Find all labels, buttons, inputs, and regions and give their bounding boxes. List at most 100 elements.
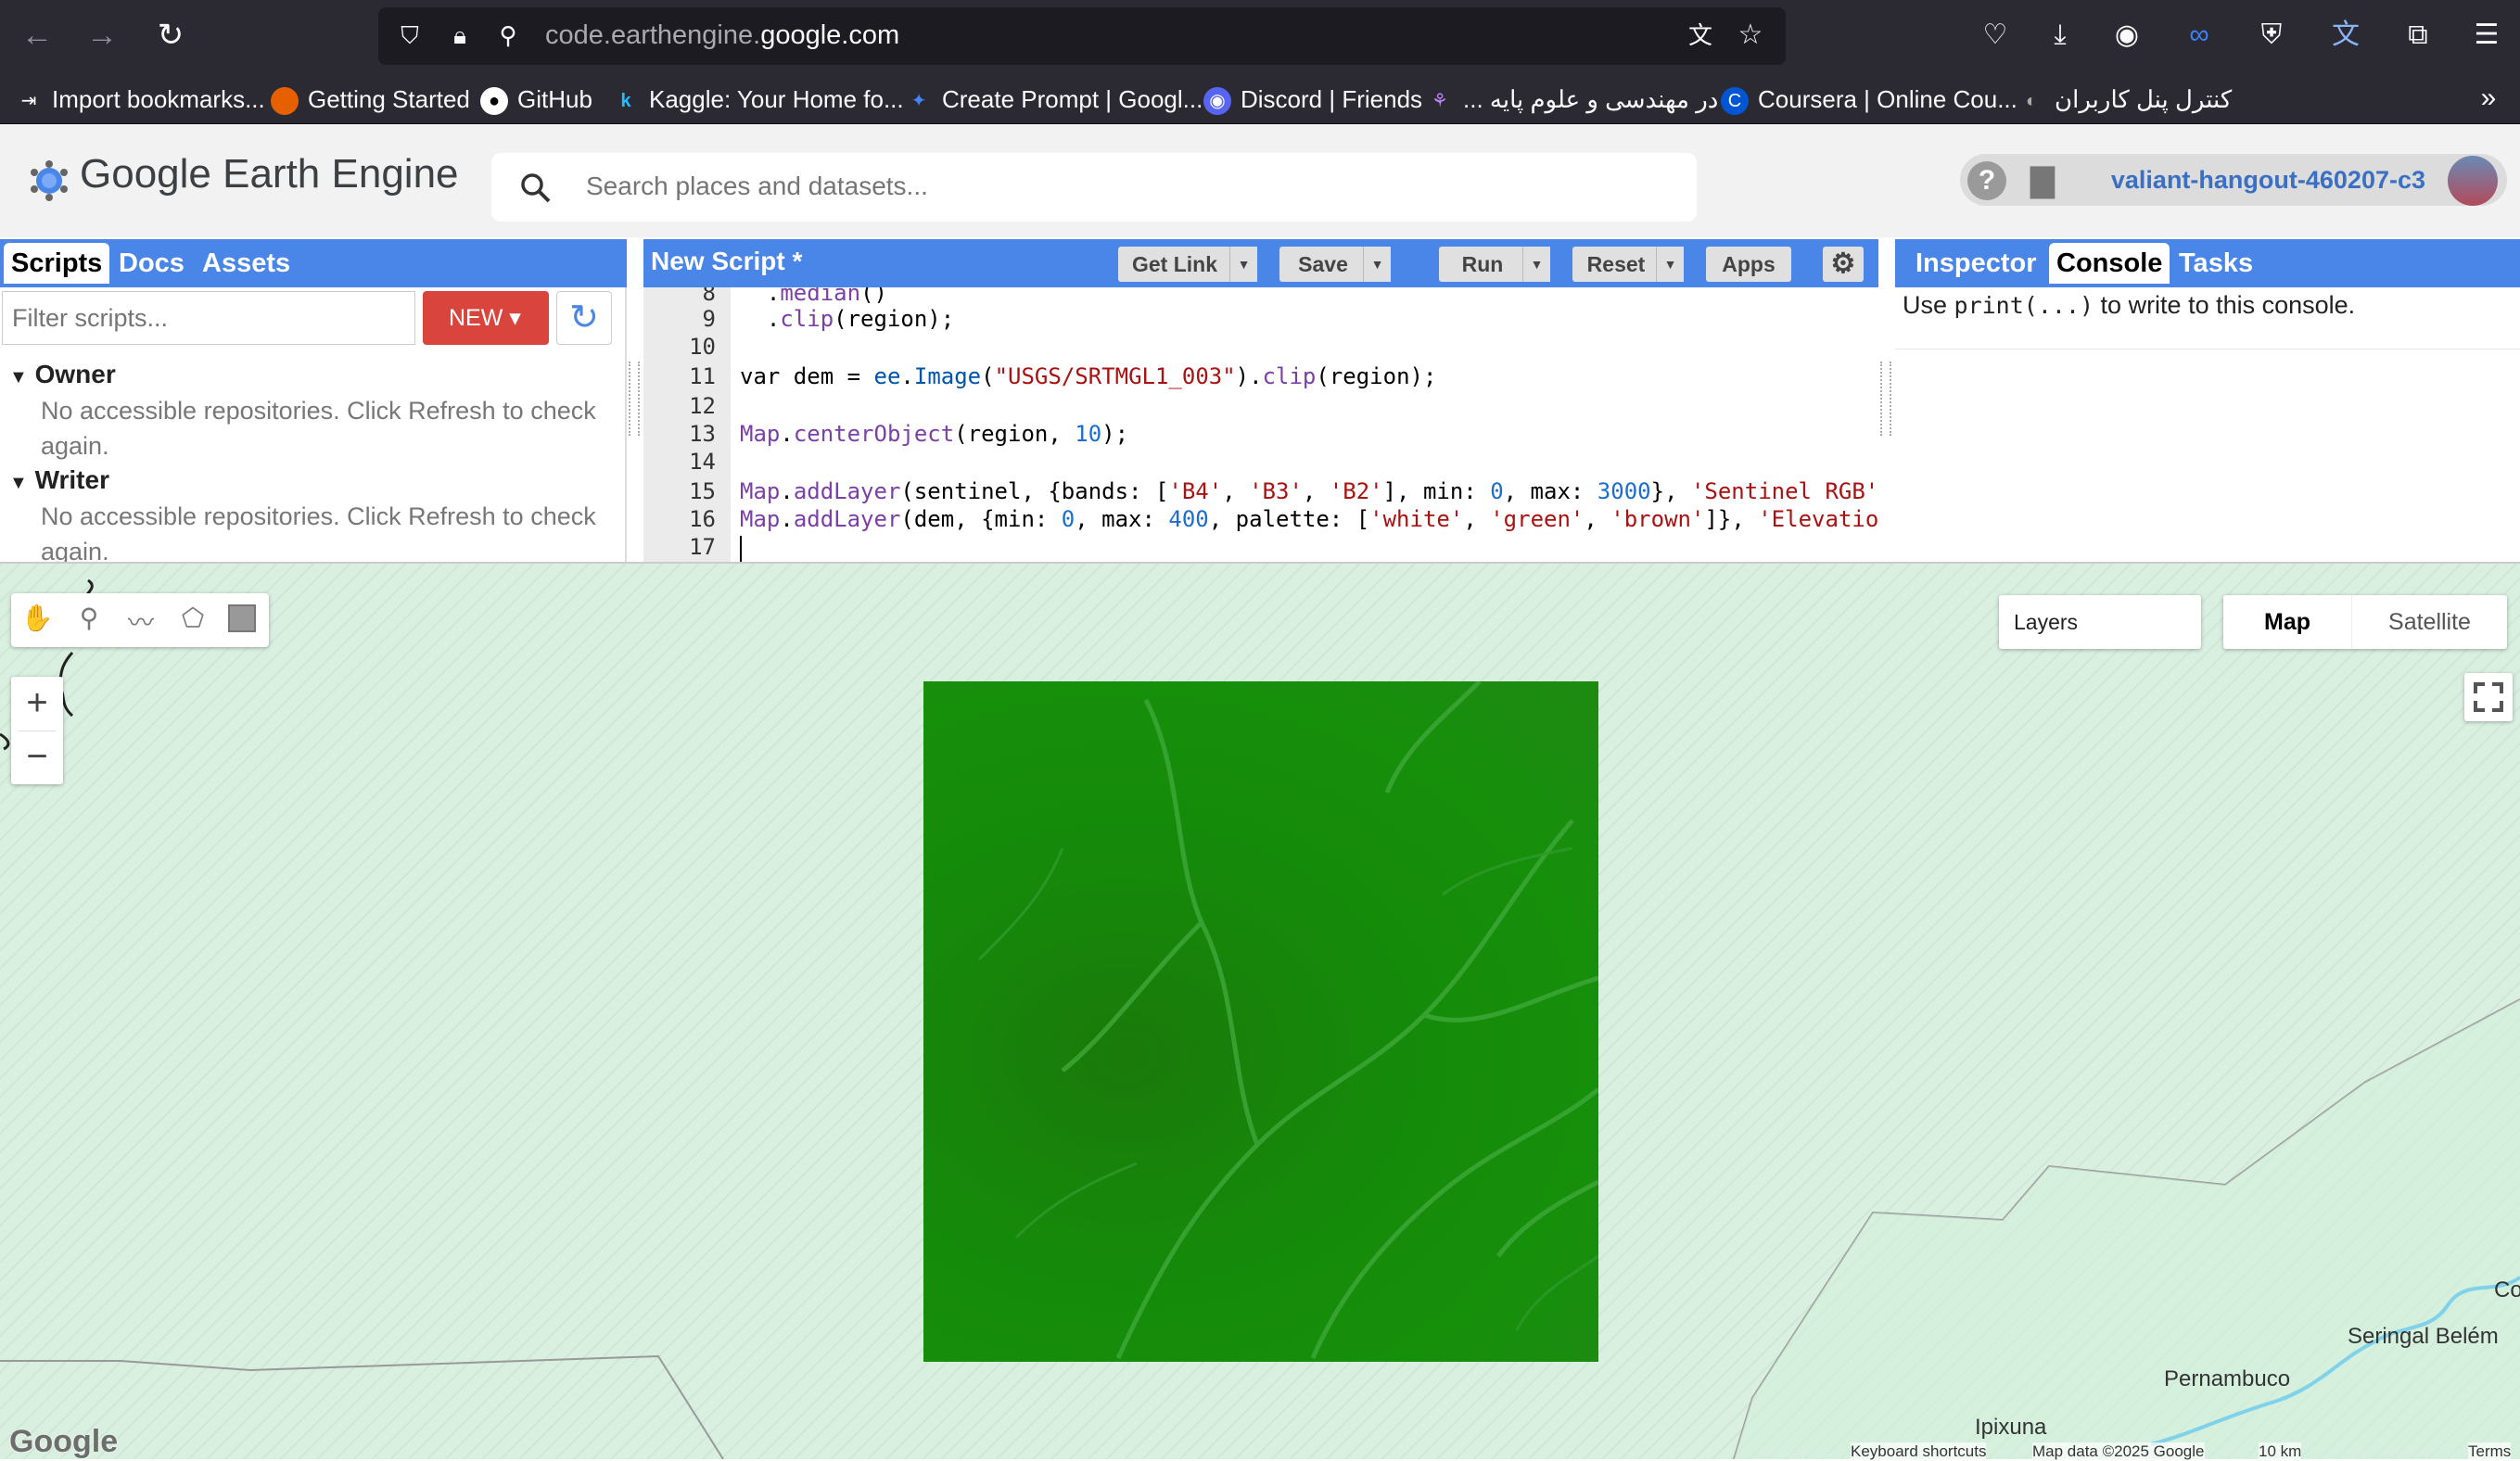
avatar[interactable] [2448,156,2498,206]
owner-message: No accessible repositories. Click Refres… [41,397,596,460]
translate-icon[interactable]: 文 [1680,17,1721,54]
line-number: 8 [702,287,716,306]
bookmark-import[interactable]: ⇥ Import bookmarks... [15,83,265,115]
feedback-icon[interactable]: ▇ [2023,163,2062,198]
import-icon: ⇥ [20,91,37,112]
line-number: 13 [689,421,716,447]
bookmarks-overflow-icon[interactable]: » [2468,80,2509,117]
bookmark-discord[interactable]: ◉ Discord | Friends [1203,83,1422,116]
bookmark-user-panel[interactable]: ◐ کنترل پنل کاربران [2017,83,2232,115]
search-input[interactable] [586,168,1606,205]
keyboard-shortcuts-link[interactable]: Keyboard shortcuts [1851,1442,1987,1461]
user-panel-icon: ◐ [2025,91,2038,112]
zoom-in-icon[interactable]: + [11,677,63,730]
scale-label: 10 km [2259,1442,2302,1461]
extensions-icon[interactable]: ⧉ [2398,17,2438,54]
triangle-down-icon: ▼ [9,367,28,387]
bookmark-getting-started[interactable]: Getting Started [271,83,470,116]
point-marker-icon[interactable]: ⚲ [70,603,108,638]
account-icon[interactable]: ◉ [2106,17,2147,54]
map-type-map[interactable]: Map [2223,595,2351,649]
writer-message: No accessible repositories. Click Refres… [41,502,596,562]
bookmark-create-prompt[interactable]: ✦ Create Prompt | Googl... [905,83,1203,115]
extension-infinity-icon[interactable]: ∞ [2179,17,2220,54]
line-number: 10 [689,334,716,360]
get-link-menu-icon[interactable]: ▼ [1229,247,1257,282]
bookmark-github[interactable]: ● GitHub [480,83,592,116]
help-icon[interactable]: ? [1967,161,2006,200]
extension-shield-icon[interactable]: ⛨ [2251,17,2292,54]
tab-assets[interactable]: Assets [195,243,298,284]
line-number: 12 [689,393,716,419]
text-cursor [740,536,742,562]
reset-button[interactable]: Reset [1572,247,1660,282]
line-number: 9 [702,306,716,332]
place-label: Seringal Belém [2348,1324,2499,1349]
writer-section[interactable]: ▼ Writer [9,465,109,495]
script-title[interactable]: New Script * [651,247,802,276]
earth-engine-logo-icon [31,160,68,201]
line-number: 16 [689,506,716,532]
bookmark-coursera[interactable]: C Coursera | Online Cou... [1721,83,2017,116]
lock-icon[interactable]: 🔒︎ [439,17,480,54]
zoom-out-icon[interactable]: − [11,730,63,784]
pan-hand-icon[interactable]: ✋ [19,603,56,638]
reset-menu-icon[interactable]: ▼ [1656,247,1684,282]
tab-inspector[interactable]: Inspector [1908,243,2044,284]
run-menu-icon[interactable]: ▼ [1522,247,1550,282]
pocket-icon[interactable]: ♡ [1975,17,2016,54]
tab-console[interactable]: Console [2049,243,2170,284]
owner-section[interactable]: ▼ Owner [9,360,116,389]
triangle-down-icon: ▼ [9,473,28,493]
console-hint: Use print(...) to write to this console. [1903,291,2356,319]
run-button[interactable]: Run [1439,247,1526,282]
tab-docs[interactable]: Docs [111,243,192,284]
save-menu-icon[interactable]: ▼ [1363,247,1391,282]
editor-toolbar: New Script * [643,239,1878,287]
permissions-icon[interactable]: ⚲ [488,17,528,54]
code-line: Map.centerObject(region, 10); [740,421,1129,447]
apps-button[interactable]: Apps [1706,247,1791,282]
save-button[interactable]: Save [1279,247,1367,282]
code-line: var dem = ee.Image("USGS/SRTMGL1_003").c… [740,363,1437,389]
left-panel-tabs: Scripts Docs Assets [0,239,627,287]
forward-icon[interactable]: → [83,17,121,54]
download-icon[interactable]: ⤓ [2040,17,2081,54]
filter-scripts-input[interactable] [2,291,415,345]
fullscreen-icon[interactable] [2464,673,2513,721]
url-bar[interactable]: ⛉ 🔒︎ ⚲ code.earthengine.google.com 文 ☆ [378,7,1786,65]
gear-icon[interactable]: ⚙ [1823,247,1864,282]
map-type-control: Map Satellite [2223,595,2507,649]
rectangle-draw-icon[interactable] [228,604,256,632]
kaggle-icon: k [620,91,631,112]
bookmark-kaggle[interactable]: k Kaggle: Your Home fo... [612,83,903,115]
terms-link[interactable]: Terms [2468,1442,2512,1461]
map-type-satellite[interactable]: Satellite [2351,595,2507,649]
google-logo: Google [9,1424,119,1459]
get-link-button[interactable]: Get Link [1118,247,1231,282]
code-editor[interactable]: 8 9 10 11 12 13 14 15 16 17 .median() .c… [643,287,1878,562]
zoom-control: + − [11,677,63,784]
project-selector[interactable]: valiant-hangout-460207-c3 [2099,154,2444,206]
coursera-icon: C [1721,87,1749,116]
translate-extension-icon[interactable]: 文 [2325,17,2366,54]
url-text[interactable]: code.earthengine.google.com [545,20,899,51]
refresh-icon[interactable]: ↻ [556,291,612,345]
layers-button[interactable]: Layers [1999,595,2201,649]
bookmark-star-icon[interactable]: ☆ [1730,17,1771,54]
reload-icon[interactable]: ↻ [152,17,189,54]
line-draw-icon[interactable]: 〰 [122,603,159,638]
tab-scripts[interactable]: Scripts [4,243,110,284]
shield-icon[interactable]: ⛉ [389,17,430,54]
search-box[interactable] [491,153,1697,222]
polygon-draw-icon[interactable]: ⬠ [174,603,211,638]
place-label: Pernambuco [2164,1366,2291,1391]
new-label: NEW [449,305,503,331]
tab-tasks[interactable]: Tasks [2171,243,2260,284]
bookmark-persian-site[interactable]: ⚘... در مهندسی و علوم پایه [1426,83,1718,115]
menu-icon[interactable]: ☰ [2466,17,2507,54]
right-splitter-handle[interactable] [1880,362,1891,436]
back-icon[interactable]: ← [19,17,56,54]
left-splitter-handle[interactable] [629,362,640,436]
new-script-button[interactable]: NEW ▾ [423,291,549,345]
